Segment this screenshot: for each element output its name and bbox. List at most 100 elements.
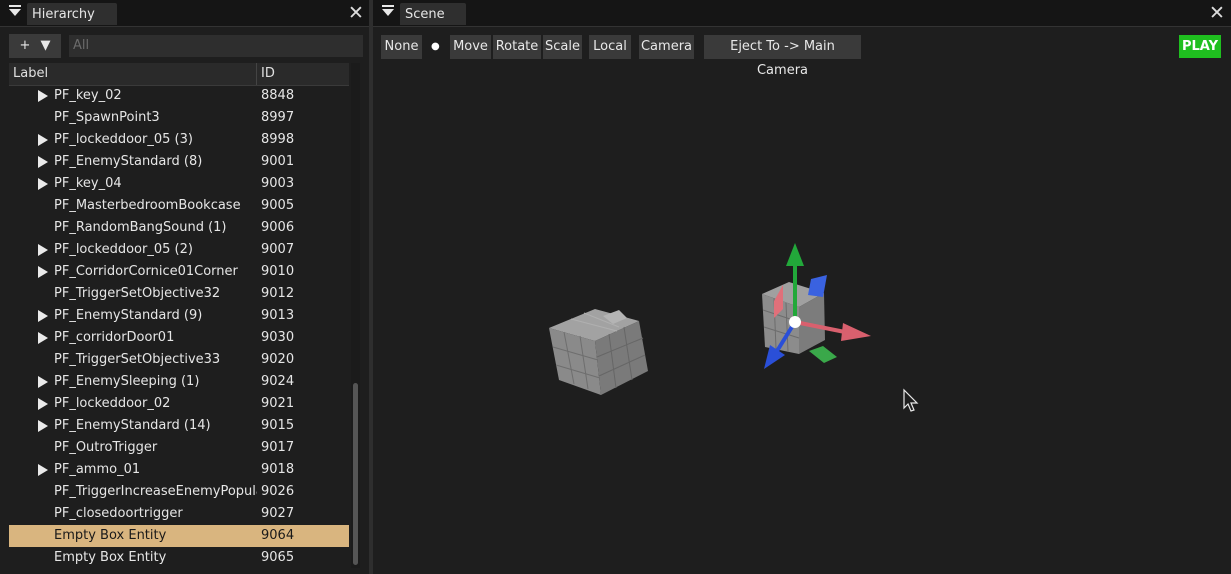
expand-arrow-icon[interactable] bbox=[38, 464, 48, 476]
gizmo-plane-xz[interactable] bbox=[809, 346, 837, 363]
hierarchy-titlebar: Hierarchy ✕ bbox=[0, 0, 369, 27]
entity-id: 9015 bbox=[261, 418, 295, 433]
add-label: + bbox=[19, 38, 31, 53]
tab-scene[interactable]: Scene bbox=[400, 3, 466, 25]
scene-viewport[interactable] bbox=[373, 27, 1231, 574]
table-row[interactable]: PF_lockeddoor_02 9021 bbox=[9, 393, 349, 415]
entity-id: 9027 bbox=[261, 506, 295, 521]
entity-id: 9020 bbox=[261, 352, 295, 367]
expand-arrow-icon[interactable] bbox=[38, 310, 48, 322]
entity-list: PF_key_02 8848 PF_SpawnPoint3 8997 PF_locked… bbox=[9, 85, 349, 568]
column-resize-handle[interactable] bbox=[256, 63, 257, 85]
table-row[interactable]: Empty Box Entity 9065 bbox=[9, 547, 349, 568]
entity-id: 9065 bbox=[261, 550, 295, 565]
expand-arrow-icon[interactable] bbox=[38, 90, 48, 102]
table-row[interactable]: PF_TriggerIncreaseEnemyPopulation 9026 bbox=[9, 481, 349, 503]
entity-id: 9064 bbox=[261, 528, 295, 543]
entity-label: PF_OutroTrigger bbox=[54, 440, 158, 455]
entity-id: 9006 bbox=[261, 220, 295, 235]
table-row[interactable]: PF_corridorDoor01 9030 bbox=[9, 327, 349, 349]
close-icon[interactable]: ✕ bbox=[1208, 4, 1226, 23]
scrollbar-thumb[interactable] bbox=[353, 383, 358, 565]
table-row[interactable]: PF_EnemyStandard (9) 9013 bbox=[9, 305, 349, 327]
tab-menu-icon[interactable] bbox=[382, 5, 394, 16]
expand-arrow-icon[interactable] bbox=[38, 244, 48, 256]
entity-id: 8848 bbox=[261, 88, 295, 103]
entity-id: 9001 bbox=[261, 154, 295, 169]
tab-menu-icon[interactable] bbox=[9, 5, 21, 16]
entity-label: PF_lockeddoor_05 (2) bbox=[54, 242, 193, 257]
table-row[interactable]: PF_EnemySleeping (1) 9024 bbox=[9, 371, 349, 393]
viewport-canvas[interactable] bbox=[373, 27, 1231, 574]
column-header-label[interactable]: Label bbox=[13, 63, 48, 85]
entity-id: 9017 bbox=[261, 440, 295, 455]
entity-label: PF_lockeddoor_05 (3) bbox=[54, 132, 193, 147]
entity-id: 8998 bbox=[261, 132, 295, 147]
table-row[interactable]: Empty Box Entity 9064 bbox=[9, 525, 349, 547]
gizmo-plane-xy[interactable] bbox=[808, 275, 827, 297]
entity-label: PF_corridorDoor01 bbox=[54, 330, 175, 345]
entity-label: PF_TriggerSetObjective33 bbox=[54, 352, 221, 367]
entity-id: 9018 bbox=[261, 462, 295, 477]
scene-panel: Scene ✕ None ● Move Rotate Scale Local C… bbox=[373, 0, 1231, 574]
close-icon[interactable]: ✕ bbox=[347, 4, 365, 23]
table-row[interactable]: PF_lockeddoor_05 (3) 8998 bbox=[9, 129, 349, 151]
entity-label: PF_CorridorCornice01Corner bbox=[54, 264, 238, 279]
expand-arrow-icon[interactable] bbox=[38, 332, 48, 344]
entity-label: PF_key_02 bbox=[54, 88, 122, 103]
entity-id: 9030 bbox=[261, 330, 295, 345]
table-row[interactable]: PF_lockeddoor_05 (2) 9007 bbox=[9, 239, 349, 261]
table-row[interactable]: PF_MasterbedroomBookcase 9005 bbox=[9, 195, 349, 217]
table-row[interactable]: PF_RandomBangSound (1) 9006 bbox=[9, 217, 349, 239]
expand-arrow-icon[interactable] bbox=[38, 156, 48, 168]
entity-label: PF_TriggerSetObjective32 bbox=[54, 286, 221, 301]
entity-id: 9010 bbox=[261, 264, 295, 279]
tab-hierarchy[interactable]: Hierarchy bbox=[27, 3, 117, 25]
chevron-down-icon: ▼ bbox=[40, 38, 51, 53]
mouse-cursor-icon bbox=[903, 388, 919, 412]
box-entity-cube[interactable] bbox=[549, 309, 648, 395]
table-row[interactable]: PF_ammo_01 9018 bbox=[9, 459, 349, 481]
table-row[interactable]: PF_SpawnPoint3 8997 bbox=[9, 107, 349, 129]
table-row[interactable]: PF_closedoortrigger 9027 bbox=[9, 503, 349, 525]
entity-id: 9007 bbox=[261, 242, 295, 257]
entity-id: 8997 bbox=[261, 110, 295, 125]
entity-id: 9026 bbox=[261, 484, 295, 499]
entity-label: PF_EnemyStandard (8) bbox=[54, 154, 203, 169]
add-entity-button[interactable]: + ▼ bbox=[9, 34, 61, 58]
entity-id: 9013 bbox=[261, 308, 295, 323]
entity-id: 9021 bbox=[261, 396, 295, 411]
table-row[interactable]: PF_CorridorCornice01Corner 9010 bbox=[9, 261, 349, 283]
table-row[interactable]: PF_TriggerSetObjective32 9012 bbox=[9, 283, 349, 305]
entity-label: PF_EnemyStandard (9) bbox=[54, 308, 203, 323]
entity-id: 9024 bbox=[261, 374, 295, 389]
scene-titlebar: Scene ✕ bbox=[373, 0, 1231, 27]
gizmo-center[interactable] bbox=[789, 316, 801, 328]
entity-label: PF_lockeddoor_02 bbox=[54, 396, 171, 411]
entity-id: 9012 bbox=[261, 286, 295, 301]
entity-label: PF_EnemyStandard (14) bbox=[54, 418, 211, 433]
expand-arrow-icon[interactable] bbox=[38, 134, 48, 146]
table-row[interactable]: PF_key_04 9003 bbox=[9, 173, 349, 195]
column-header-id[interactable]: ID bbox=[261, 63, 275, 85]
gizmo-arrow-x[interactable] bbox=[841, 323, 871, 341]
entity-label: PF_closedoortrigger bbox=[54, 506, 183, 521]
hierarchy-panel: Hierarchy ✕ + ▼ All Label ID PF_key_02 884… bbox=[0, 0, 369, 574]
table-row[interactable]: PF_EnemyStandard (14) 9015 bbox=[9, 415, 349, 437]
expand-arrow-icon[interactable] bbox=[38, 178, 48, 190]
entity-label: Empty Box Entity bbox=[54, 550, 167, 565]
table-header: Label ID bbox=[9, 63, 349, 86]
table-row[interactable]: PF_OutroTrigger 9017 bbox=[9, 437, 349, 459]
expand-arrow-icon[interactable] bbox=[38, 376, 48, 388]
gizmo-arrow-y[interactable] bbox=[786, 243, 804, 266]
expand-arrow-icon[interactable] bbox=[38, 266, 48, 278]
entity-label: PF_RandomBangSound (1) bbox=[54, 220, 227, 235]
table-row[interactable]: PF_TriggerSetObjective33 9020 bbox=[9, 349, 349, 371]
expand-arrow-icon[interactable] bbox=[38, 420, 48, 432]
entity-label: PF_ammo_01 bbox=[54, 462, 141, 477]
table-row[interactable]: PF_EnemyStandard (8) 9001 bbox=[9, 151, 349, 173]
filter-input[interactable]: All bbox=[69, 35, 363, 57]
table-row[interactable]: PF_key_02 8848 bbox=[9, 85, 349, 107]
expand-arrow-icon[interactable] bbox=[38, 398, 48, 410]
entity-label: PF_EnemySleeping (1) bbox=[54, 374, 200, 389]
